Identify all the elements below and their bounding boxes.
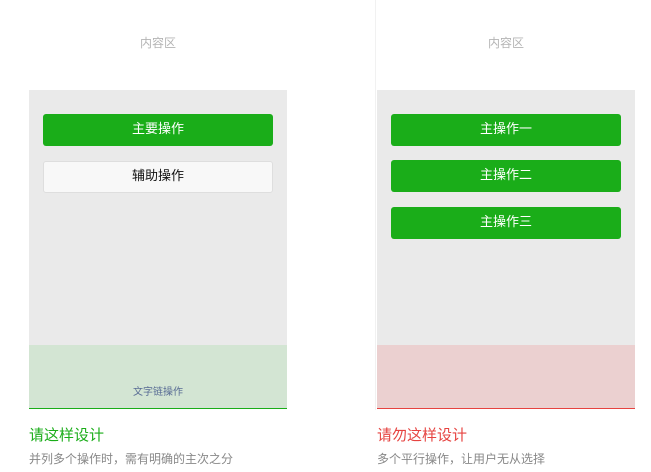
bad-verdict-title: 请勿这样设计	[377, 426, 468, 444]
content-area-label: 内容区	[487, 36, 524, 50]
secondary-action-button[interactable]: 辅助操作	[43, 161, 273, 193]
bad-highlight-bar	[377, 345, 635, 409]
bad-verdict-description: 多个平行操作，让用户无从选择	[377, 452, 546, 466]
mock-screen: 主操作一 主操作二 主操作三	[377, 90, 635, 345]
good-highlight-bar: 文字链操作	[29, 345, 287, 409]
primary-action-1-button[interactable]: 主操作一	[391, 114, 621, 146]
panel-divider	[375, 0, 376, 410]
content-area-label: 内容区	[139, 36, 176, 50]
good-verdict-description: 并列多个操作时，需有明确的主次之分	[29, 452, 234, 466]
design-guideline-page: 内容区 主要操作 辅助操作 文字链操作 请这样设计 并列多个操作时，需有明确的主…	[0, 0, 651, 472]
mock-screen: 主要操作 辅助操作	[29, 90, 287, 345]
primary-action-2-button[interactable]: 主操作二	[391, 160, 621, 192]
text-link-action[interactable]: 文字链操作	[29, 383, 287, 398]
good-verdict-title: 请这样设计	[29, 426, 105, 444]
primary-action-3-button[interactable]: 主操作三	[391, 207, 621, 239]
primary-action-button[interactable]: 主要操作	[43, 114, 273, 146]
